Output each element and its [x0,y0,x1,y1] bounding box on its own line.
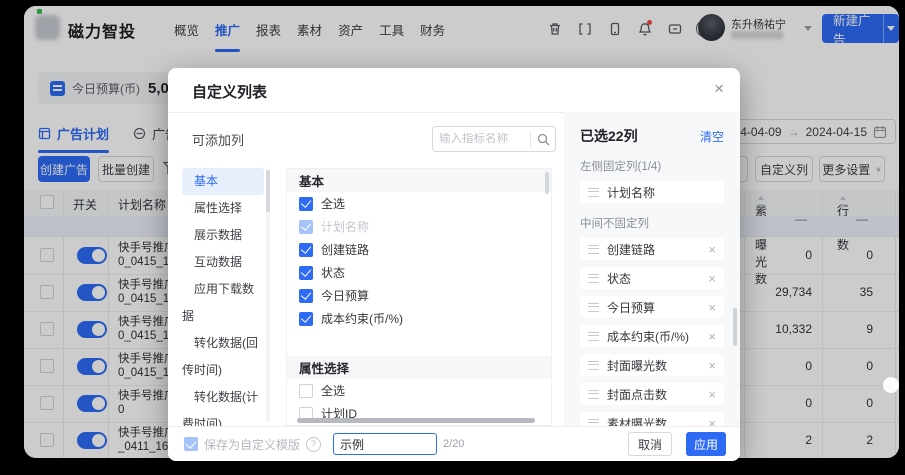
selected-column-item[interactable]: 状态 × [580,267,724,289]
checkbox-unchecked[interactable] [299,383,313,398]
remove-column-icon[interactable]: × [708,301,716,314]
panel-scrollbar-thumb[interactable] [545,172,549,194]
custom-columns-modal: 自定义列表 × 可添加列 基本 属性选择 展示数据 互动数据 应用下载数据 转化… [168,68,740,461]
selected-column-item[interactable]: 创建链路 × [580,238,724,260]
selected-column-item[interactable]: 计划名称 [580,181,724,203]
close-icon[interactable]: × [714,78,724,100]
checkbox-checked[interactable] [299,196,313,211]
save-template-label: 保存为自定义模版 [204,437,301,452]
checkbox-checked[interactable] [299,265,313,280]
char-counter: 2/20 [443,438,465,450]
metric-search-box [432,126,556,152]
middle-columns-label: 中间不固定列 [580,218,649,230]
category-app-download-data[interactable]: 应用下载数据 [182,276,264,330]
drag-handle-icon[interactable] [588,360,599,370]
modal-header: 自定义列表 × [168,68,740,113]
addable-columns-label: 可添加列 [192,133,245,148]
remove-column-icon[interactable]: × [708,359,716,372]
selected-columns-panel: 已选22列 清空 左侧固定列(1/4) 计划名称 中间不固定列 创建链路 × 状… [564,112,740,434]
selected-column-item[interactable]: 今日预算 × [580,296,724,318]
drag-handle-icon[interactable] [588,389,599,399]
category-display-data[interactable]: 展示数据 [182,222,264,249]
metric-option[interactable]: 今日预算 [287,284,551,307]
remove-column-icon[interactable]: × [708,243,716,256]
selected-panel-scrollbar[interactable] [733,308,737,346]
modal-footer: 保存为自定义模版 ? 2/20 取消 应用 [168,426,740,461]
search-icon[interactable] [531,133,555,146]
category-list: 基本 属性选择 展示数据 互动数据 应用下载数据 转化数据(回传时间) 转化数据… [182,168,264,438]
category-scrollbar[interactable] [266,170,270,422]
modal-title: 自定义列表 [192,84,268,101]
category-interaction-data[interactable]: 互动数据 [182,249,264,276]
metric-option[interactable]: 全选 [287,379,551,402]
apply-button[interactable]: 应用 [686,432,726,456]
section-basic-header: 基本 [287,169,551,192]
remove-column-icon[interactable]: × [708,272,716,285]
drag-handle-icon[interactable] [588,331,599,341]
drag-handle-icon[interactable] [588,302,599,312]
template-name-input[interactable] [333,433,438,455]
metric-option[interactable]: 状态 [287,261,551,284]
checkbox-checked[interactable] [299,311,313,326]
metric-option-disabled: 计划名称 [287,215,551,238]
drag-handle-icon[interactable] [588,187,599,197]
category-basic[interactable]: 基本 [182,168,264,195]
checkbox-checked[interactable] [299,242,313,257]
selected-column-item[interactable]: 成本约束(币/%) × [580,325,724,347]
remove-column-icon[interactable]: × [708,330,716,343]
selected-column-item[interactable]: 封面曝光数 × [580,354,724,376]
selected-column-item[interactable]: 封面点击数 × [580,383,724,405]
fixed-columns-label: 左侧固定列(1/4) [580,161,662,173]
metric-option[interactable]: 全选 [287,192,551,215]
metric-option[interactable]: 成本约束(币/%) [287,307,551,330]
checkbox-checked[interactable] [299,288,313,303]
metric-option[interactable]: 创建链路 [287,238,551,261]
panel-horizontal-scrollbar[interactable] [297,418,535,423]
category-attributes[interactable]: 属性选择 [182,195,264,222]
help-icon[interactable]: ? [306,436,322,452]
save-template-checkbox[interactable] [184,437,198,451]
cancel-button[interactable]: 取消 [628,432,672,456]
metric-checkbox-panel: 基本 全选 计划名称 创建链路 状态 今日预算 成本约束(币/%) 属性选择 全… [286,168,552,426]
checkbox-checked-disabled [299,219,313,234]
clear-all-link[interactable]: 清空 [700,128,724,145]
drag-handle-icon[interactable] [588,273,599,283]
floating-helper-button[interactable] [883,377,899,393]
metric-search-input[interactable] [433,133,530,145]
section-attributes-header: 属性选择 [287,356,551,379]
drag-handle-icon[interactable] [588,244,599,254]
category-conversion-callback[interactable]: 转化数据(回传时间) [182,330,264,384]
remove-column-icon[interactable]: × [708,388,716,401]
selected-count-title: 已选22列 [580,128,638,144]
